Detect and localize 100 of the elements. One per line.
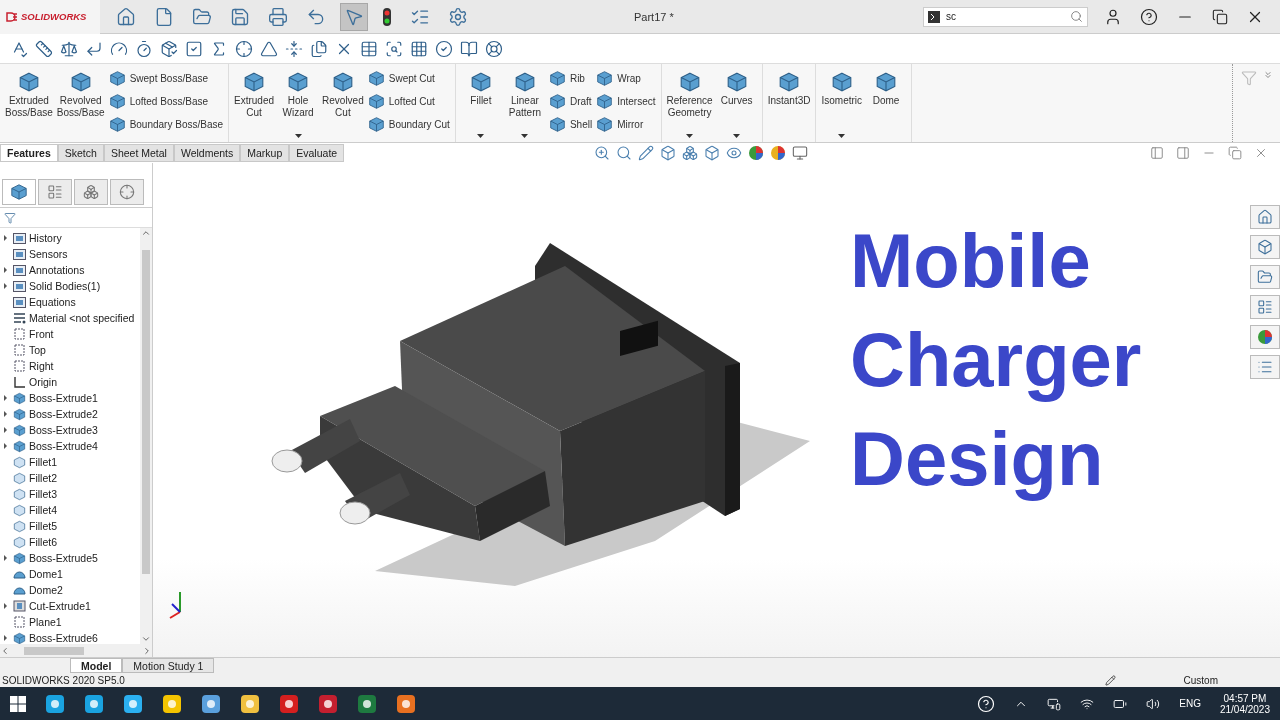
command-button[interactable]: Extruded Cut — [234, 68, 275, 142]
tree-item[interactable]: History — [29, 232, 62, 244]
print-icon[interactable] — [268, 6, 288, 27]
cube-icon[interactable] — [548, 116, 566, 133]
boxes-icon[interactable] — [682, 145, 699, 161]
tree-item[interactable]: Dome1 — [29, 568, 63, 580]
cube-icon[interactable] — [367, 70, 385, 87]
command-button[interactable]: Mirror — [596, 116, 656, 133]
cube-icon[interactable] — [548, 70, 566, 87]
app-icon[interactable] — [45, 693, 65, 714]
search-icon[interactable] — [1070, 10, 1083, 23]
tree-item[interactable]: Material <not specified — [29, 312, 135, 324]
eye-icon[interactable] — [726, 145, 743, 161]
layout-icon[interactable] — [1257, 299, 1273, 315]
task-button[interactable] — [1250, 355, 1280, 379]
cube-icon[interactable] — [331, 71, 354, 93]
app-icon[interactable] — [240, 693, 260, 714]
tree-item[interactable]: Equations — [29, 296, 76, 308]
model-tab[interactable]: Model — [70, 658, 123, 673]
scrollbar-thumb[interactable] — [24, 646, 84, 655]
fold-icon[interactable] — [285, 39, 303, 58]
tree-item[interactable]: Fillet2 — [29, 472, 57, 484]
folder-icon[interactable] — [1257, 269, 1273, 285]
app-icon[interactable] — [123, 693, 143, 714]
user-icon[interactable] — [1104, 7, 1122, 26]
command-button[interactable]: Boundary Cut — [367, 116, 450, 133]
cube-icon[interactable] — [17, 71, 40, 93]
cube-icon[interactable] — [469, 71, 492, 93]
cube-icon[interactable] — [596, 116, 614, 133]
tree-item[interactable]: Fillet1 — [29, 456, 57, 468]
command-button[interactable]: Revolved Cut — [322, 68, 364, 142]
tree-item[interactable]: Fillet6 — [29, 536, 57, 548]
volume-icon[interactable] — [1146, 696, 1161, 711]
units-selector[interactable]: Custom — [1183, 674, 1218, 686]
open-folder-icon[interactable] — [192, 6, 212, 27]
cube-icon[interactable] — [875, 71, 898, 93]
tree-item[interactable]: Solid Bodies(1) — [29, 280, 101, 292]
feature-tree-icon[interactable] — [10, 183, 28, 201]
command-button[interactable]: Swept Cut — [367, 70, 450, 87]
home-icon[interactable] — [116, 6, 136, 27]
scroll-right-icon[interactable] — [142, 645, 152, 656]
restore-icon[interactable] — [1212, 8, 1228, 25]
ribbon-tab[interactable]: Sheet Metal — [103, 144, 174, 162]
task-button[interactable] — [1250, 205, 1280, 229]
cube-icon[interactable] — [108, 70, 126, 87]
app-icon[interactable] — [279, 693, 299, 714]
cube-icon[interactable] — [778, 71, 801, 93]
cube-icon[interactable] — [108, 93, 126, 110]
task-button[interactable] — [1250, 325, 1280, 349]
panel-tab[interactable] — [2, 179, 36, 205]
save-icon[interactable] — [230, 6, 250, 27]
command-button[interactable]: Linear Pattern — [504, 68, 545, 142]
files-icon[interactable] — [310, 39, 328, 58]
ribbon-tab[interactable]: Weldments — [173, 144, 241, 162]
command-button[interactable]: Shell — [548, 116, 593, 133]
cube-icon[interactable] — [548, 93, 566, 110]
tree-item[interactable]: Cut-Extrude1 — [29, 600, 91, 612]
grid-icon[interactable] — [410, 39, 428, 58]
tree-item[interactable]: Boss-Extrude3 — [29, 424, 98, 436]
tree-item[interactable]: Origin — [29, 376, 57, 388]
box-icon[interactable] — [660, 145, 677, 161]
pencil-icon[interactable] — [1104, 674, 1116, 686]
command-button[interactable]: Fillet — [460, 68, 501, 142]
search-field[interactable]: sc — [923, 6, 1088, 27]
caret-icon[interactable] — [686, 134, 694, 138]
view-cube-icon[interactable] — [704, 145, 721, 161]
cube-icon[interactable] — [678, 71, 701, 93]
book-icon[interactable] — [460, 39, 478, 58]
caret-icon[interactable] — [838, 134, 846, 138]
help-icon[interactable] — [1140, 7, 1158, 26]
scan-search-icon[interactable] — [385, 39, 403, 58]
traffic-light-icon[interactable] — [382, 6, 392, 27]
command-button[interactable]: Dome — [866, 68, 907, 142]
tree-item[interactable]: Fillet4 — [29, 504, 57, 516]
tree-item[interactable]: Boss-Extrude5 — [29, 552, 98, 564]
zoom-icon[interactable] — [616, 145, 633, 161]
caret-icon[interactable] — [294, 134, 302, 138]
settings-icon[interactable] — [448, 6, 468, 27]
new-file-icon[interactable] — [154, 6, 174, 27]
task-button[interactable] — [1250, 295, 1280, 319]
cube-icon[interactable] — [367, 116, 385, 133]
command-button[interactable]: Rib — [548, 70, 593, 87]
ribbon-tab[interactable]: Features — [0, 144, 58, 162]
tree-item[interactable]: Dome2 — [29, 584, 63, 596]
cube-icon[interactable] — [513, 71, 536, 93]
app-icon[interactable] — [162, 693, 182, 714]
tree-item[interactable]: Boss-Extrude4 — [29, 440, 98, 452]
color-wheel-icon[interactable] — [1257, 329, 1273, 345]
scroll-up-icon[interactable] — [141, 228, 151, 238]
cube-icon[interactable] — [830, 71, 853, 93]
monitor-icon[interactable] — [792, 145, 809, 161]
ribbon-tab[interactable]: Markup — [240, 144, 290, 162]
panel-tab[interactable] — [38, 179, 72, 205]
crosshair-icon[interactable] — [119, 184, 135, 200]
pencil-icon[interactable] — [638, 145, 655, 161]
caret-icon[interactable] — [477, 134, 485, 138]
color-wheel-icon[interactable] — [770, 145, 787, 161]
scroll-down-icon[interactable] — [141, 634, 151, 644]
task-button[interactable] — [1250, 265, 1280, 289]
command-button[interactable]: Wrap — [596, 70, 656, 87]
